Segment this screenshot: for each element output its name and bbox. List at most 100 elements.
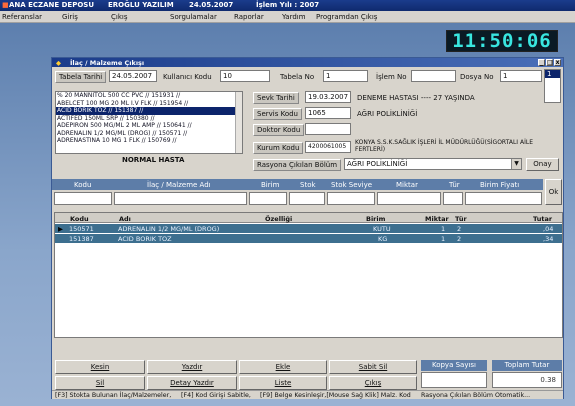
grid-col-tur: Tür (455, 215, 467, 223)
cell-adi: ACID BORIK TOZ (118, 235, 172, 243)
rasyona-select[interactable]: AĞRI POLİKLİNİĞİ ▼ (344, 158, 522, 170)
rasyona-label: Rasyona Çıkılan Bölüm (253, 159, 342, 171)
cikis-button[interactable]: Çıkış (329, 376, 417, 390)
kullanici-kodu-field[interactable]: 10 (220, 70, 270, 82)
cell-kodu: 150571 (69, 225, 94, 233)
menu-sorgulamalar[interactable]: Sorgulamalar (170, 13, 217, 21)
yazdir-button[interactable]: Yazdır (147, 360, 237, 374)
ekle-button[interactable]: Ekle (239, 360, 327, 374)
sabit-sil-button[interactable]: Sabit Sil (329, 360, 417, 374)
menu-yardim[interactable]: Yardım (282, 13, 306, 21)
status-hint-f9: [F9] Belge Kesinleşir,[Mouse Sağ Klik] M… (260, 392, 411, 399)
sevk-tarihi-label: Sevk Tarihi (253, 92, 299, 104)
table-row[interactable]: 151387 ACID BORIK TOZ KG 1 2 ,34 (55, 234, 562, 243)
cell-tutar: ,04 (543, 225, 554, 233)
kopya-sayisi-label: Kopya Sayısı (421, 360, 487, 371)
app-title-date: 24.05.2007 (189, 1, 234, 9)
table-row[interactable]: ▶ 150571 ADRENALIN 1/2 MG/ML (DROG) KUTU… (55, 224, 562, 233)
app-title-vendor: EROĞLU YAZILIM (108, 1, 174, 9)
menu-referanslar[interactable]: Referanslar (2, 13, 42, 21)
grid-col-kodu: Kodu (70, 215, 89, 223)
toplam-tutar-value: 0.38 (492, 372, 562, 388)
entry-birim-input[interactable] (249, 192, 287, 205)
sil-button[interactable]: Sil (55, 376, 145, 390)
entry-birim-header: Birim (261, 181, 280, 189)
list-item[interactable]: ADRENASTINA 10 MG 1 FLK // 150769 // (56, 137, 242, 145)
row-pointer-icon: ▶ (58, 225, 63, 233)
entry-tur-header: Tür (449, 181, 460, 189)
cell-birim: KG (378, 235, 388, 243)
menu-raporlar[interactable]: Raporlar (234, 13, 264, 21)
status-hint-f4: [F4] Kod Girişi Sabitle, (181, 392, 251, 399)
grid-col-birim: Birim (366, 215, 386, 223)
dosya-no-field[interactable]: 1 (500, 70, 542, 82)
grid-col-adi: Adı (119, 215, 131, 223)
menu-programdan-cikis[interactable]: Programdan Çıkış (316, 13, 377, 21)
list-item[interactable]: ACTIFED 150ML SRP // 150380 // (56, 115, 242, 123)
window-title: İlaç / Malzeme Çıkışı (70, 59, 145, 67)
dosya-no-list-selected[interactable]: 1 (545, 70, 560, 78)
drug-list[interactable]: % 20 MANNITOL 500 CC PVC // 151931 // AB… (55, 91, 243, 154)
entry-birim-fiyati-input[interactable] (465, 192, 542, 205)
normal-hasta-label: NORMAL HASTA (122, 156, 185, 164)
entry-kodu-input[interactable] (54, 192, 112, 205)
toplam-tutar-label: Toplam Tutar (492, 360, 562, 371)
list-item-selected[interactable]: ACID BORIK TOZ // 151387 // (56, 107, 242, 115)
digital-clock: 11:50:06 (446, 30, 558, 52)
entry-stok-seviye-input[interactable] (327, 192, 375, 205)
tabela-tarihi-field[interactable]: 24.05.2007 (109, 70, 157, 82)
list-item[interactable]: ABELCET 100 MG 20 ML I.V FLK // 151954 /… (56, 100, 242, 108)
entry-birim-fiyati-header: Birim Fiyatı (480, 181, 520, 189)
islem-no-label: İşlem No (376, 73, 407, 81)
cell-tur: 2 (457, 235, 462, 243)
entry-adi-input[interactable] (114, 192, 247, 205)
minimize-button[interactable]: _ (538, 59, 545, 66)
cell-kodu: 151387 (69, 235, 94, 243)
items-grid[interactable]: Kodu Adı Özelliği Birim Miktar Tür Tutar… (54, 212, 563, 338)
onay-button[interactable]: Onay (526, 158, 559, 171)
liste-button[interactable]: Liste (239, 376, 327, 390)
menu-giris[interactable]: Giriş (62, 13, 78, 21)
list-item[interactable]: % 20 MANNITOL 500 CC PVC // 151931 // (56, 92, 242, 100)
menu-bar: Referanslar Giriş Çıkış Sorgulamalar Rap… (0, 11, 575, 23)
dosya-no-label: Dosya No (460, 73, 494, 81)
ok-button[interactable]: Ok (545, 179, 562, 205)
kurum-kodu-field[interactable]: 4200061005 (305, 141, 351, 153)
maximize-button[interactable]: □ (546, 59, 553, 66)
servis-adi: AĞRI POLİKLİNİĞİ (357, 110, 418, 118)
rasyona-select-value: AĞRI POLİKLİNİĞİ (347, 160, 408, 168)
tabela-tarihi-label: Tabela Tarihi (55, 71, 107, 83)
servis-kodu-field[interactable]: 1065 (305, 107, 351, 119)
entry-stok-input[interactable] (289, 192, 325, 205)
islem-no-field[interactable] (411, 70, 456, 82)
entry-miktar-header: Miktar (396, 181, 418, 189)
menu-cikis[interactable]: Çıkış (111, 13, 127, 21)
tabela-no-field[interactable]: 1 (323, 70, 368, 82)
kesin-button[interactable]: Kesin (55, 360, 145, 374)
entry-tur-input[interactable] (443, 192, 463, 205)
cell-tutar: ,34 (543, 235, 554, 243)
list-item[interactable]: ADEPIRON 500 MG/ML 2 ML AMP // 150641 // (56, 122, 242, 130)
app-title-bar: ■ ANA ECZANE DEPOSU EROĞLU YAZILIM 24.05… (0, 0, 575, 11)
detay-yazdir-button[interactable]: Detay Yazdır (147, 376, 237, 390)
sevk-tarihi-field[interactable]: 19.03.2007 (305, 91, 351, 103)
entry-miktar-input[interactable] (377, 192, 441, 205)
doktor-kodu-label: Doktor Kodu (253, 124, 305, 136)
dosya-no-list[interactable]: 1 (544, 69, 561, 103)
drug-list-scrollbar[interactable] (235, 92, 242, 153)
cell-tur: 2 (457, 225, 462, 233)
status-bar: [F3] Stokta Bulunan İlaç/Malzemeler, [F4… (52, 390, 563, 399)
kopya-sayisi-field[interactable] (421, 372, 487, 388)
doktor-kodu-field[interactable] (305, 123, 351, 135)
app-title-year: İşlem Yılı : 2007 (256, 1, 320, 9)
chevron-down-icon[interactable]: ▼ (511, 159, 521, 169)
entry-adi-header: İlaç / Malzeme Adı (147, 181, 211, 189)
list-item[interactable]: ADRENALIN 1/2 MG/ML (DROG) // 150571 // (56, 130, 242, 138)
grid-header: Kodu Adı Özelliği Birim Miktar Tür Tutar (55, 213, 562, 223)
cell-miktar: 1 (441, 235, 446, 243)
cell-adi: ADRENALIN 1/2 MG/ML (DROG) (118, 225, 220, 233)
status-hint-rasyona: Rasyona Çıkılan Bölüm Otomatik... (421, 392, 531, 399)
entry-stok-header: Stok (300, 181, 316, 189)
app-logo-icon: ■ (2, 1, 9, 9)
close-button[interactable]: x (554, 59, 561, 66)
